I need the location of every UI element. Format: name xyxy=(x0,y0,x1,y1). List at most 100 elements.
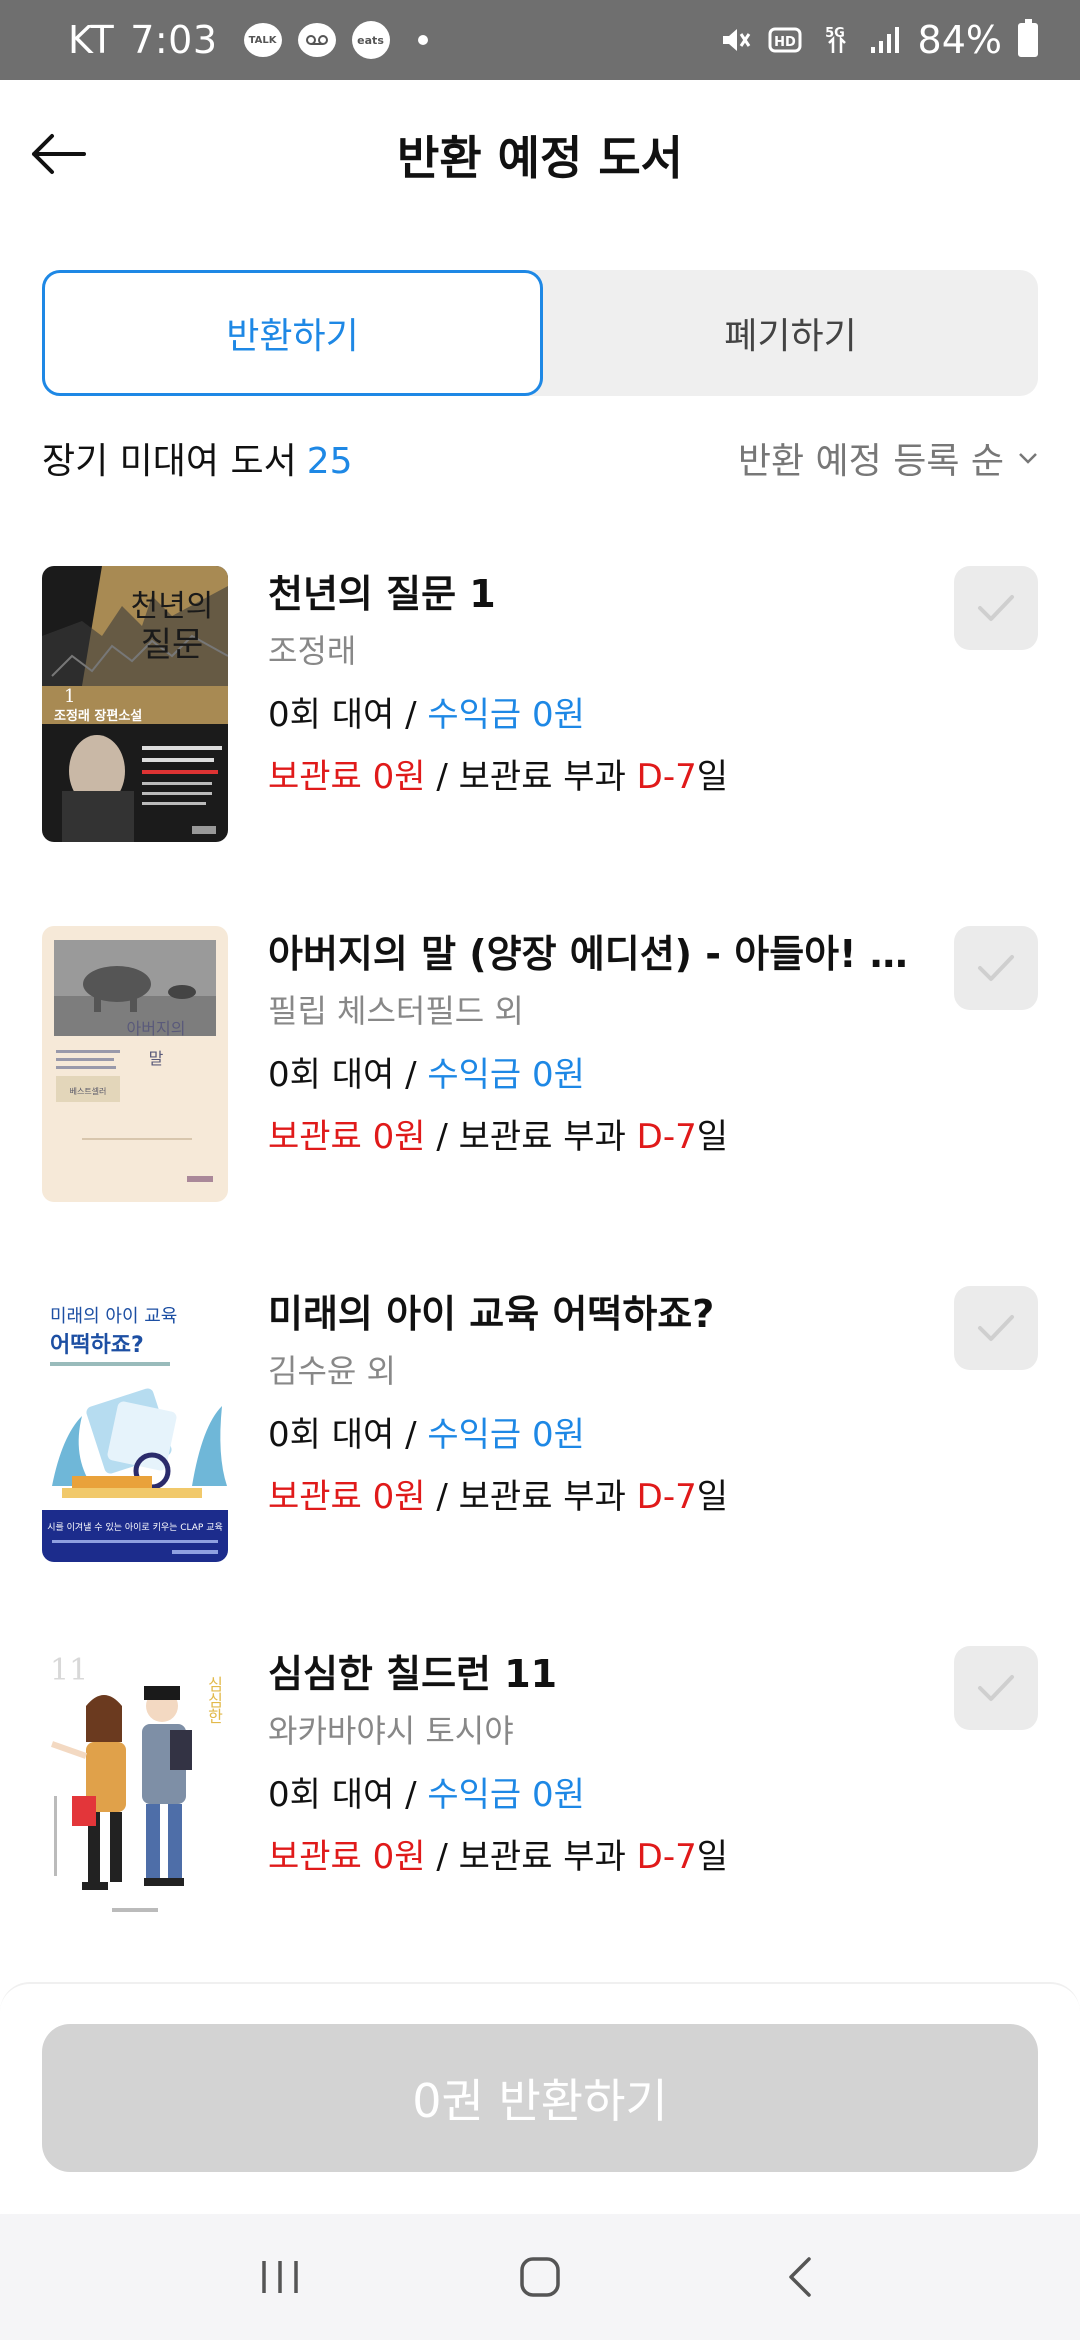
hd-voice-icon: HD xyxy=(768,23,802,57)
storage-fee: 보관료 0원 xyxy=(268,1837,426,1877)
cover-title-line1: 미래의 아이 교육 xyxy=(50,1306,177,1327)
app-header: 반환 예정 도서 xyxy=(0,80,1080,230)
rental-count: 0회 대여 xyxy=(268,1415,395,1455)
checkmark-icon xyxy=(978,1315,1014,1341)
tab-discard[interactable]: 폐기하기 xyxy=(543,270,1038,396)
tab-return[interactable]: 반환하기 xyxy=(42,270,543,396)
list-title-row: 장기 미대여 도서 25 xyxy=(42,432,353,484)
cover-title-vertical: 심심한 xyxy=(205,1676,224,1724)
system-back-button[interactable] xyxy=(760,2237,840,2317)
list-title: 장기 미대여 도서 xyxy=(42,441,297,482)
book-author: 필립 체스터필드 외 xyxy=(268,992,524,1030)
book-title: 미래의 아이 교육 어떡하죠? xyxy=(268,1292,715,1336)
battery-icon xyxy=(1018,19,1038,57)
earnings: 수익금 0원 xyxy=(427,1775,585,1815)
book-item[interactable]: 11 심심한 심심한 칠드런 11 와카바야시 토시야 0회 대여 / 수익금 … xyxy=(42,1646,1038,1926)
book-rental-line: 0회 대여 / 수익금 0원 xyxy=(268,1775,585,1815)
cover-title-line2: 말 xyxy=(149,1049,164,1068)
coupang-eats-icon: eats xyxy=(351,21,390,59)
checkmark-icon xyxy=(978,955,1014,981)
rental-count: 0회 대여 xyxy=(268,695,395,735)
return-books-button[interactable]: 0권 반환하기 xyxy=(42,2024,1038,2172)
battery-percent: 84% xyxy=(917,18,1002,62)
storage-fee: 보관료 0원 xyxy=(268,1117,426,1157)
select-checkbox[interactable] xyxy=(954,1286,1038,1370)
select-checkbox[interactable] xyxy=(954,1646,1038,1730)
cover-title-line1: 천년의 xyxy=(131,589,214,624)
book-cover-image: 아버지의 말 베스트셀러 xyxy=(42,926,228,1202)
book-item[interactable]: 천년의 질문 1 조정래 장편소설 천년의 질문 1 조정래 0회 대여 / 수… xyxy=(42,566,1038,846)
book-author: 와카바야시 토시야 xyxy=(268,1712,514,1750)
svg-text:HD: HD xyxy=(774,35,796,50)
fee-due-suffix: 일 xyxy=(696,1117,729,1157)
fee-due-label: 보관료 부과 xyxy=(458,1477,626,1517)
book-item[interactable]: 미래의 아이 교육 어떡하죠? 시를 이겨낼 수 있는 아이로 키우는 CLAP… xyxy=(42,1286,1038,1566)
fee-due-dday: D-7 xyxy=(636,757,697,797)
book-title: 아버지의 말 (양장 에디션) - 아들아! 네 ... xyxy=(268,932,928,976)
storage-fee: 보관료 0원 xyxy=(268,1477,426,1517)
book-info: 아버지의 말 (양장 에디션) - 아들아! 네 ... 필립 체스터필드 외 … xyxy=(268,926,928,1162)
book-rental-line: 0회 대여 / 수익금 0원 xyxy=(268,1415,585,1455)
select-checkbox[interactable] xyxy=(954,926,1038,1010)
home-button[interactable] xyxy=(500,2237,580,2317)
notification-dot-icon xyxy=(417,35,428,45)
cover-title-line2: 어떡하죠? xyxy=(50,1333,144,1358)
sort-label: 반환 예정 등록 순 xyxy=(737,441,1004,482)
home-icon xyxy=(520,2257,560,2297)
earnings: 수익금 0원 xyxy=(427,1055,585,1095)
fee-due-suffix: 일 xyxy=(696,757,729,797)
book-cover-image: 11 심심한 xyxy=(42,1646,228,1922)
earnings: 수익금 0원 xyxy=(427,695,585,735)
status-left: KT 7:03 TALK eats xyxy=(68,18,428,62)
book-info: 미래의 아이 교육 어떡하죠? 김수윤 외 0회 대여 / 수익금 0원 보관료… xyxy=(268,1286,928,1522)
checkmark-icon xyxy=(978,595,1014,621)
system-nav-bar xyxy=(0,2214,1080,2340)
book-fee-line: 보관료 0원 / 보관료 부과 D-7일 xyxy=(268,1117,729,1157)
earnings: 수익금 0원 xyxy=(427,1415,585,1455)
book-rental-line: 0회 대여 / 수익금 0원 xyxy=(268,1055,585,1095)
fee-due-label: 보관료 부과 xyxy=(458,1837,626,1877)
status-right: HD 5G 84% xyxy=(718,18,1038,62)
cover-volume: 11 xyxy=(50,1653,88,1688)
cover-title-line2: 질문 xyxy=(141,625,204,665)
book-title: 천년의 질문 1 xyxy=(268,572,496,616)
recent-apps-button[interactable] xyxy=(240,2237,320,2317)
book-rental-line: 0회 대여 / 수익금 0원 xyxy=(268,695,585,735)
book-info: 심심한 칠드런 11 와카바야시 토시야 0회 대여 / 수익금 0원 보관료 … xyxy=(268,1646,928,1882)
eats-label: eats xyxy=(357,33,384,47)
book-cover-image: 미래의 아이 교육 어떡하죠? 시를 이겨낼 수 있는 아이로 키우는 CLAP… xyxy=(42,1286,228,1562)
book-author: 김수윤 외 xyxy=(268,1352,396,1390)
sort-dropdown[interactable]: 반환 예정 등록 순 xyxy=(738,432,1038,484)
fee-due-label: 보관료 부과 xyxy=(458,1117,626,1157)
storage-fee: 보관료 0원 xyxy=(268,757,426,797)
status-bar: KT 7:03 TALK eats HD 5G 84% xyxy=(0,0,1080,80)
mute-icon xyxy=(718,23,752,57)
fee-due-dday: D-7 xyxy=(636,1837,697,1877)
kakaotalk-icon: TALK xyxy=(243,23,282,57)
book-fee-line: 보관료 0원 / 보관료 부과 D-7일 xyxy=(268,1477,729,1517)
signal-icon xyxy=(868,23,902,57)
voicemail-icon xyxy=(297,23,336,57)
page-title: 반환 예정 도서 xyxy=(397,131,683,185)
book-info: 천년의 질문 1 조정래 0회 대여 / 수익금 0원 보관료 0원 / 보관료… xyxy=(268,566,928,802)
list-count: 25 xyxy=(306,441,353,482)
cover-title-line1: 아버지의 xyxy=(127,1019,186,1038)
screen: KT 7:03 TALK eats HD 5G 84% 반환 예정 도서 반환하… xyxy=(0,0,1080,2340)
tab-group: 반환하기 폐기하기 xyxy=(42,270,1038,396)
back-button[interactable] xyxy=(26,122,90,186)
book-item[interactable]: 아버지의 말 베스트셀러 아버지의 말 (양장 에디션) - 아들아! 네 ..… xyxy=(42,926,1038,1206)
book-fee-line: 보관료 0원 / 보관료 부과 D-7일 xyxy=(268,757,729,797)
fee-due-label: 보관료 부과 xyxy=(458,757,626,797)
recent-apps-icon xyxy=(262,2261,298,2293)
rental-count: 0회 대여 xyxy=(268,1775,395,1815)
list-header: 장기 미대여 도서 25 반환 예정 등록 순 xyxy=(42,420,1038,496)
chevron-left-icon xyxy=(789,2257,811,2297)
cover-tagline: 시를 이겨낼 수 있는 아이로 키우는 CLAP 교육 xyxy=(47,1521,223,1533)
book-fee-line: 보관료 0원 / 보관료 부과 D-7일 xyxy=(268,1837,729,1877)
fee-due-dday: D-7 xyxy=(636,1117,697,1157)
rental-count: 0회 대여 xyxy=(268,1055,395,1095)
select-checkbox[interactable] xyxy=(954,566,1038,650)
cover-badge: 베스트셀러 xyxy=(70,1086,107,1096)
chevron-down-icon xyxy=(1019,453,1037,464)
talk-label: TALK xyxy=(248,34,277,46)
